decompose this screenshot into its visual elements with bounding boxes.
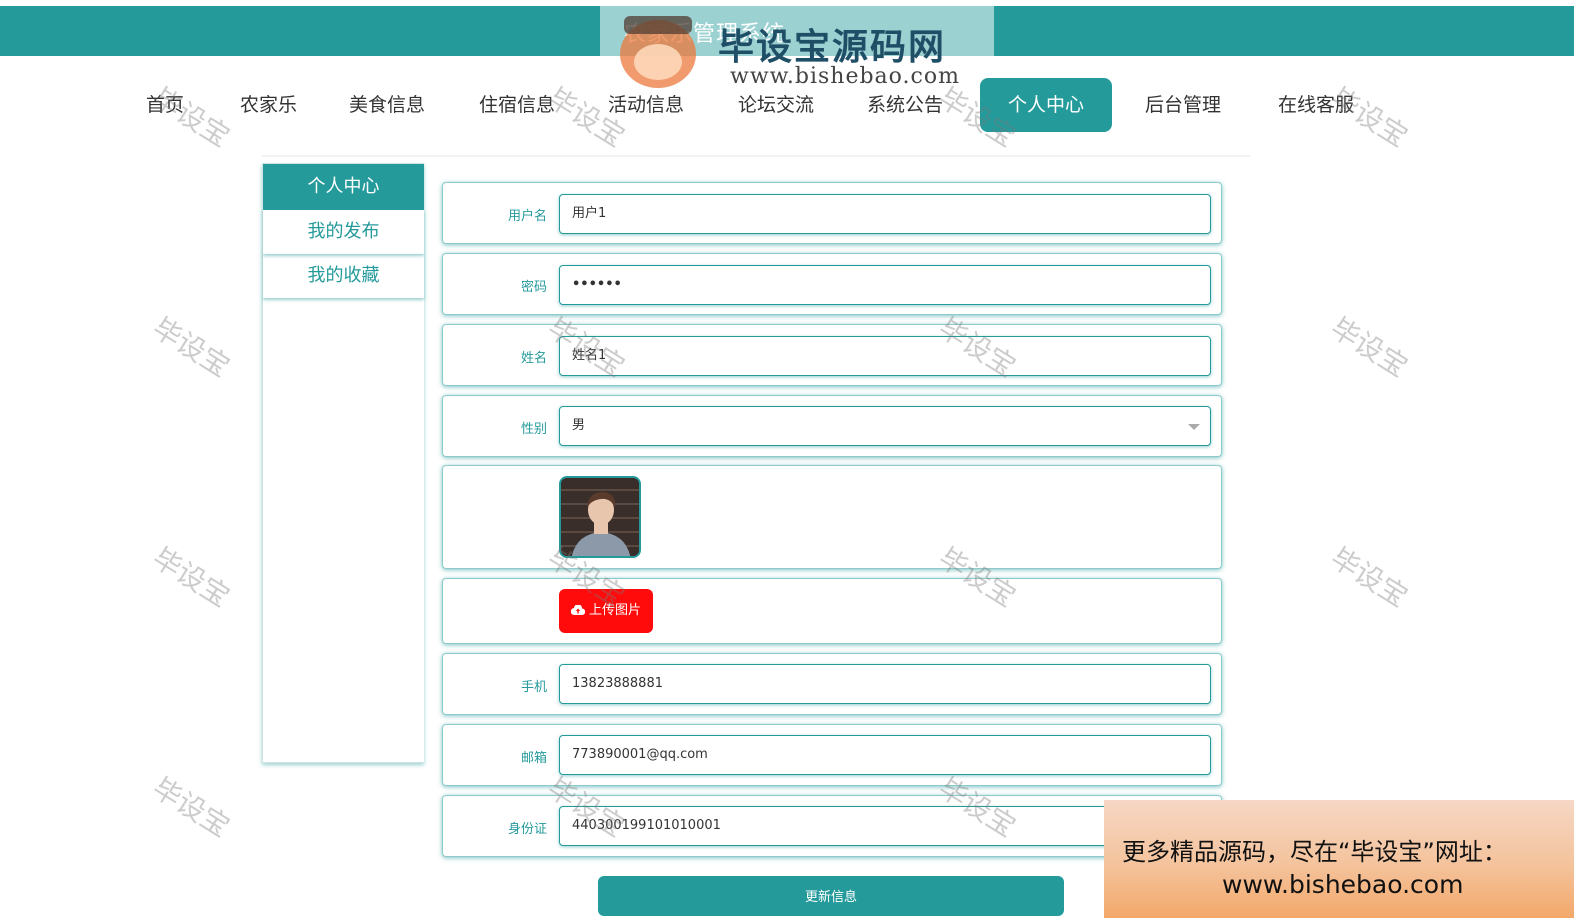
nav-home[interactable]: 首页 [146,78,184,132]
watermark-text: 毕设宝 [1324,311,1414,384]
nav-announcements[interactable]: 系统公告 [867,78,943,132]
phone-label: 手机 [520,680,547,695]
username-input[interactable]: 用户1 [559,194,1211,234]
promo-url: www.bishebao.com [1222,870,1464,899]
cloud-upload-icon [570,605,585,615]
nav-online-service[interactable]: 在线客服 [1278,78,1354,132]
main-nav: 首页 农家乐 美食信息 住宿信息 活动信息 论坛交流 系统公告 个人中心 后台管… [0,78,1574,134]
nav-activities[interactable]: 活动信息 [608,78,684,132]
avatar [559,476,641,558]
email-input[interactable]: 773890001@qq.com [559,735,1211,775]
nav-divider [262,155,1250,157]
form-row-avatar [442,465,1222,569]
password-input[interactable]: •••••• [559,265,1211,305]
nav-lodging[interactable]: 住宿信息 [479,78,555,132]
upload-image-label: 上传图片 [588,603,641,618]
nav-farm-stay[interactable]: 农家乐 [240,78,297,132]
form-row-name: 姓名 姓名1 [442,324,1222,386]
name-label: 姓名 [520,351,547,366]
form-row-password: 密码 •••••• [442,253,1222,315]
sidebar-item-my-favorites[interactable]: 我的收藏 [263,254,424,298]
form-row-username: 用户名 用户1 [442,182,1222,244]
chevron-down-icon [1188,424,1200,430]
upload-image-button[interactable]: 上传图片 [559,589,653,633]
gender-select[interactable]: 男 [559,406,1211,446]
nav-personal-center[interactable]: 个人中心 [980,78,1112,132]
sidebar-title[interactable]: 个人中心 [263,164,424,210]
watermark-text: 毕设宝 [146,771,236,844]
form-row-gender: 性别 男 [442,395,1222,457]
password-label: 密码 [520,280,547,295]
gender-select-value: 男 [572,418,586,433]
form-row-phone: 手机 13823888881 [442,653,1222,715]
nav-forum[interactable]: 论坛交流 [738,78,814,132]
sidebar-item-my-posts[interactable]: 我的发布 [263,210,424,254]
promo-banner: 更多精品源码，尽在“毕设宝”网址： www.bishebao.com [1104,800,1574,918]
name-input[interactable]: 姓名1 [559,336,1211,376]
sidebar: 个人中心 我的发布 我的收藏 [262,163,424,763]
avatar-photo-icon [561,478,639,556]
email-label: 邮箱 [520,751,547,766]
nav-admin[interactable]: 后台管理 [1145,78,1221,132]
gender-label: 性别 [520,422,547,437]
username-label: 用户名 [507,209,547,224]
watermark-text: 毕设宝 [1324,541,1414,614]
form-row-email: 邮箱 773890001@qq.com [442,724,1222,786]
site-title: 农家乐管理系统 [624,22,786,47]
nav-food[interactable]: 美食信息 [349,78,425,132]
update-info-button[interactable]: 更新信息 [598,876,1064,916]
watermark-text: 毕设宝 [146,311,236,384]
promo-text: 更多精品源码，尽在“毕设宝”网址： [1122,838,1507,866]
idcard-label: 身份证 [507,822,547,837]
watermark-text: 毕设宝 [146,541,236,614]
phone-input[interactable]: 13823888881 [559,664,1211,704]
form-row-upload: 上传图片 [442,578,1222,644]
